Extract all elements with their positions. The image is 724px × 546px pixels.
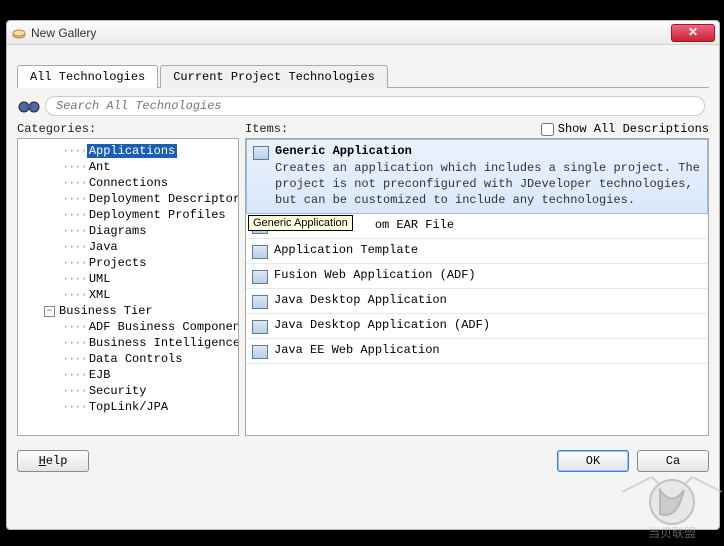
ok-button[interactable]: OK [557, 450, 629, 472]
tree-item-data-controls[interactable]: ····Data Controls [18, 351, 238, 367]
categories-tree[interactable]: ····Applications ····Ant ····Connections… [17, 138, 239, 436]
tree-item-toplink[interactable]: ····TopLink/JPA [18, 399, 238, 415]
show-all-descriptions[interactable]: Show All Descriptions [541, 122, 709, 136]
titlebar[interactable]: New Gallery ✕ [7, 21, 719, 45]
tree-item-uml[interactable]: ····UML [18, 271, 238, 287]
tree-item-deploy-descriptors[interactable]: ····Deployment Descriptors [18, 191, 238, 207]
item-description: Creates an application which includes a … [275, 160, 701, 209]
tree-item-projects[interactable]: ····Projects [18, 255, 238, 271]
item-fusion-web-adf[interactable]: Fusion Web Application (ADF) [246, 264, 708, 289]
new-gallery-window: New Gallery ✕ All Technologies Current P… [6, 20, 720, 530]
tree-item-security[interactable]: ····Security [18, 383, 238, 399]
application-icon [252, 295, 268, 309]
tab-strip: All Technologies Current Project Technol… [17, 65, 709, 88]
show-all-label: Show All Descriptions [558, 122, 709, 136]
tree-item-adf-business[interactable]: ····ADF Business Components [18, 319, 238, 335]
item-java-desktop[interactable]: Java Desktop Application [246, 289, 708, 314]
tree-item-business-intel[interactable]: ····Business Intelligence [18, 335, 238, 351]
item-title: Generic Application [275, 144, 701, 158]
close-button[interactable]: ✕ [671, 24, 715, 42]
categories-label: Categories: [17, 122, 96, 136]
item-java-desktop-adf[interactable]: Java Desktop Application (ADF) [246, 314, 708, 339]
tree-item-ant[interactable]: ····Ant [18, 159, 238, 175]
tab-current-project[interactable]: Current Project Technologies [160, 65, 388, 88]
close-icon: ✕ [688, 25, 698, 40]
application-icon [252, 320, 268, 334]
item-java-ee-web[interactable]: Java EE Web Application [246, 339, 708, 364]
button-bar: Help OK Ca [7, 444, 719, 474]
tree-item-diagrams[interactable]: ····Diagrams [18, 223, 238, 239]
search-input[interactable] [45, 96, 705, 116]
items-panel: Items: Show All Descriptions Generic App… [245, 122, 709, 436]
tree-item-java[interactable]: ····Java [18, 239, 238, 255]
item-generic-application[interactable]: Generic Application Creates an applicati… [246, 139, 708, 214]
categories-panel: Categories: ····Applications ····Ant ···… [17, 122, 239, 436]
items-label: Items: [245, 122, 288, 136]
binoculars-icon [17, 96, 41, 116]
tree-item-xml[interactable]: ····XML [18, 287, 238, 303]
tree-item-connections[interactable]: ····Connections [18, 175, 238, 191]
tree-item-deploy-profiles[interactable]: ····Deployment Profiles [18, 207, 238, 223]
application-icon [252, 270, 268, 284]
cancel-button[interactable]: Ca [637, 450, 709, 472]
application-icon [252, 345, 268, 359]
tree-group-business-tier[interactable]: −Business Tier [18, 303, 238, 319]
application-icon [253, 146, 269, 160]
tree-item-applications[interactable]: ····Applications [18, 143, 238, 159]
item-ear-file[interactable]: Application from EAR File Generic Applic… [246, 214, 708, 239]
minus-icon[interactable]: − [44, 306, 55, 317]
window-title: New Gallery [31, 26, 671, 40]
gallery-icon [11, 25, 27, 41]
tab-all-technologies[interactable]: All Technologies [17, 65, 158, 88]
help-button[interactable]: Help [17, 450, 89, 472]
application-icon [252, 245, 268, 259]
search-row [17, 96, 709, 116]
panels: Categories: ····Applications ····Ant ···… [17, 122, 709, 436]
tooltip: Generic Application [248, 215, 353, 231]
show-all-checkbox[interactable] [541, 123, 554, 136]
item-application-template[interactable]: Application Template [246, 239, 708, 264]
items-list[interactable]: Generic Application Creates an applicati… [245, 138, 709, 436]
tree-item-ejb[interactable]: ····EJB [18, 367, 238, 383]
content-area: All Technologies Current Project Technol… [7, 45, 719, 444]
